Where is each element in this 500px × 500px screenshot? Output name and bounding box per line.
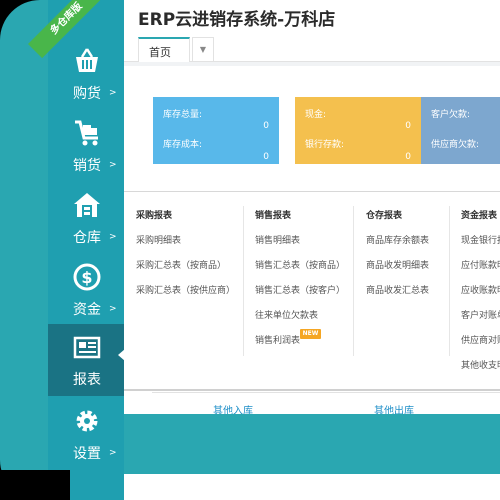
tab-dropdown-button[interactable]: ▼: [192, 37, 214, 62]
sidebar-item-label: 销货: [73, 158, 101, 174]
cash-card: 现金: 0 银行存款: 0: [295, 97, 421, 164]
card-label: 客户欠款:: [431, 110, 471, 120]
menu-item[interactable]: 现金银行报: [461, 233, 500, 246]
report-icon: [73, 336, 101, 359]
sidebar-item-funds[interactable]: $ 资金 >: [48, 254, 124, 326]
reports-menu: 采购报表 采购明细表 采购汇总表（按商品） 采购汇总表（按供应商） 销售报表 销…: [124, 191, 500, 391]
menu-item[interactable]: 供应商对账: [461, 333, 500, 346]
menu-item[interactable]: 往来单位欠款表: [255, 308, 318, 321]
sidebar-item-label: 购货: [73, 86, 101, 102]
menu-item[interactable]: 其他收支明: [461, 358, 500, 371]
menu-item[interactable]: 应付账款明: [461, 258, 500, 271]
quick-links: 其他入库 其他出库: [152, 392, 500, 417]
menu-item[interactable]: 销售明细表: [255, 233, 300, 246]
warehouse-icon: [74, 193, 100, 217]
menu-group-title: 销售报表: [255, 211, 292, 221]
debt-card: 客户欠款: 供应商欠款:: [421, 97, 500, 164]
sidebar-item-reports[interactable]: 报表: [48, 324, 124, 396]
bezel-corner: [0, 470, 70, 500]
card-label: 银行存款:: [305, 140, 345, 150]
card-value: 0: [263, 121, 269, 131]
menu-item[interactable]: 应收账款明: [461, 283, 500, 296]
menu-group-title: 仓存报表: [366, 211, 403, 221]
footer-strip: [124, 474, 500, 500]
menu-item[interactable]: 销售利润表: [255, 333, 300, 346]
card-value: 0: [405, 152, 411, 162]
menu-group-title: 采购报表: [136, 211, 173, 221]
page-title: ERP云进销存系统-万科店: [138, 10, 336, 30]
footer-band: [124, 414, 500, 474]
svg-text:$: $: [81, 268, 92, 287]
sidebar-item-label: 资金: [73, 302, 101, 318]
menu-item[interactable]: 采购汇总表（按供应商）: [136, 283, 235, 296]
chevron-right-icon: >: [109, 232, 117, 242]
dollar-icon: $: [73, 263, 101, 291]
chevron-right-icon: >: [109, 448, 117, 458]
stock-card: 库存总量: 0 库存成本: 0: [153, 97, 279, 164]
sidebar-item-label: 仓库: [73, 230, 101, 246]
menu-group-title: 资金报表: [461, 211, 498, 221]
sidebar-item-label: 报表: [73, 372, 101, 388]
menu-item[interactable]: 销售汇总表（按客户）: [255, 283, 345, 296]
menu-item[interactable]: 采购汇总表（按商品）: [136, 258, 226, 271]
card-label: 库存总量:: [163, 110, 203, 120]
gear-icon: [76, 410, 98, 432]
card-label: 库存成本:: [163, 140, 203, 150]
sidebar-item-label: 设置: [73, 446, 101, 462]
header: ERP云进销存系统-万科店: [124, 0, 500, 34]
tab-home[interactable]: 首页: [138, 37, 190, 62]
column-divider: [353, 206, 354, 356]
chevron-right-icon: >: [109, 304, 117, 314]
menu-item[interactable]: 商品收发汇总表: [366, 283, 429, 296]
chevron-right-icon: >: [109, 160, 117, 170]
card-label: 现金:: [305, 110, 327, 120]
card-label: 供应商欠款:: [431, 140, 480, 150]
sidebar-item-warehouse[interactable]: 仓库 >: [48, 182, 124, 254]
basket-icon: [76, 48, 98, 72]
card-value: 0: [263, 152, 269, 162]
menu-item[interactable]: 商品收发明细表: [366, 258, 429, 271]
app-frame: 购货 > 销货 > 仓库 > $ 资金 > 报表 设置 > ERP云进销存系统-…: [0, 0, 500, 500]
column-divider: [449, 206, 450, 356]
new-badge: NEW: [300, 329, 321, 339]
cart-icon: [75, 120, 98, 146]
menu-item[interactable]: 客户对账单: [461, 308, 500, 321]
funds-report-column: 资金报表 现金银行报 应付账款明 应收账款明 客户对账单 供应商对账 其他收支明: [461, 192, 500, 392]
sidebar-item-purchase[interactable]: 购货 >: [48, 38, 124, 110]
sidebar: 购货 > 销货 > 仓库 > $ 资金 > 报表 设置 >: [48, 0, 124, 500]
menu-item[interactable]: 销售汇总表（按商品）: [255, 258, 345, 271]
chevron-right-icon: >: [109, 88, 117, 98]
card-value: 0: [405, 121, 411, 131]
menu-item[interactable]: 商品库存余额表: [366, 233, 429, 246]
sidebar-item-sales[interactable]: 销货 >: [48, 110, 124, 182]
tab-bar: 首页 ▼: [124, 34, 500, 62]
menu-item[interactable]: 采购明细表: [136, 233, 181, 246]
sidebar-item-settings[interactable]: 设置 >: [48, 398, 124, 470]
column-divider: [243, 206, 244, 356]
